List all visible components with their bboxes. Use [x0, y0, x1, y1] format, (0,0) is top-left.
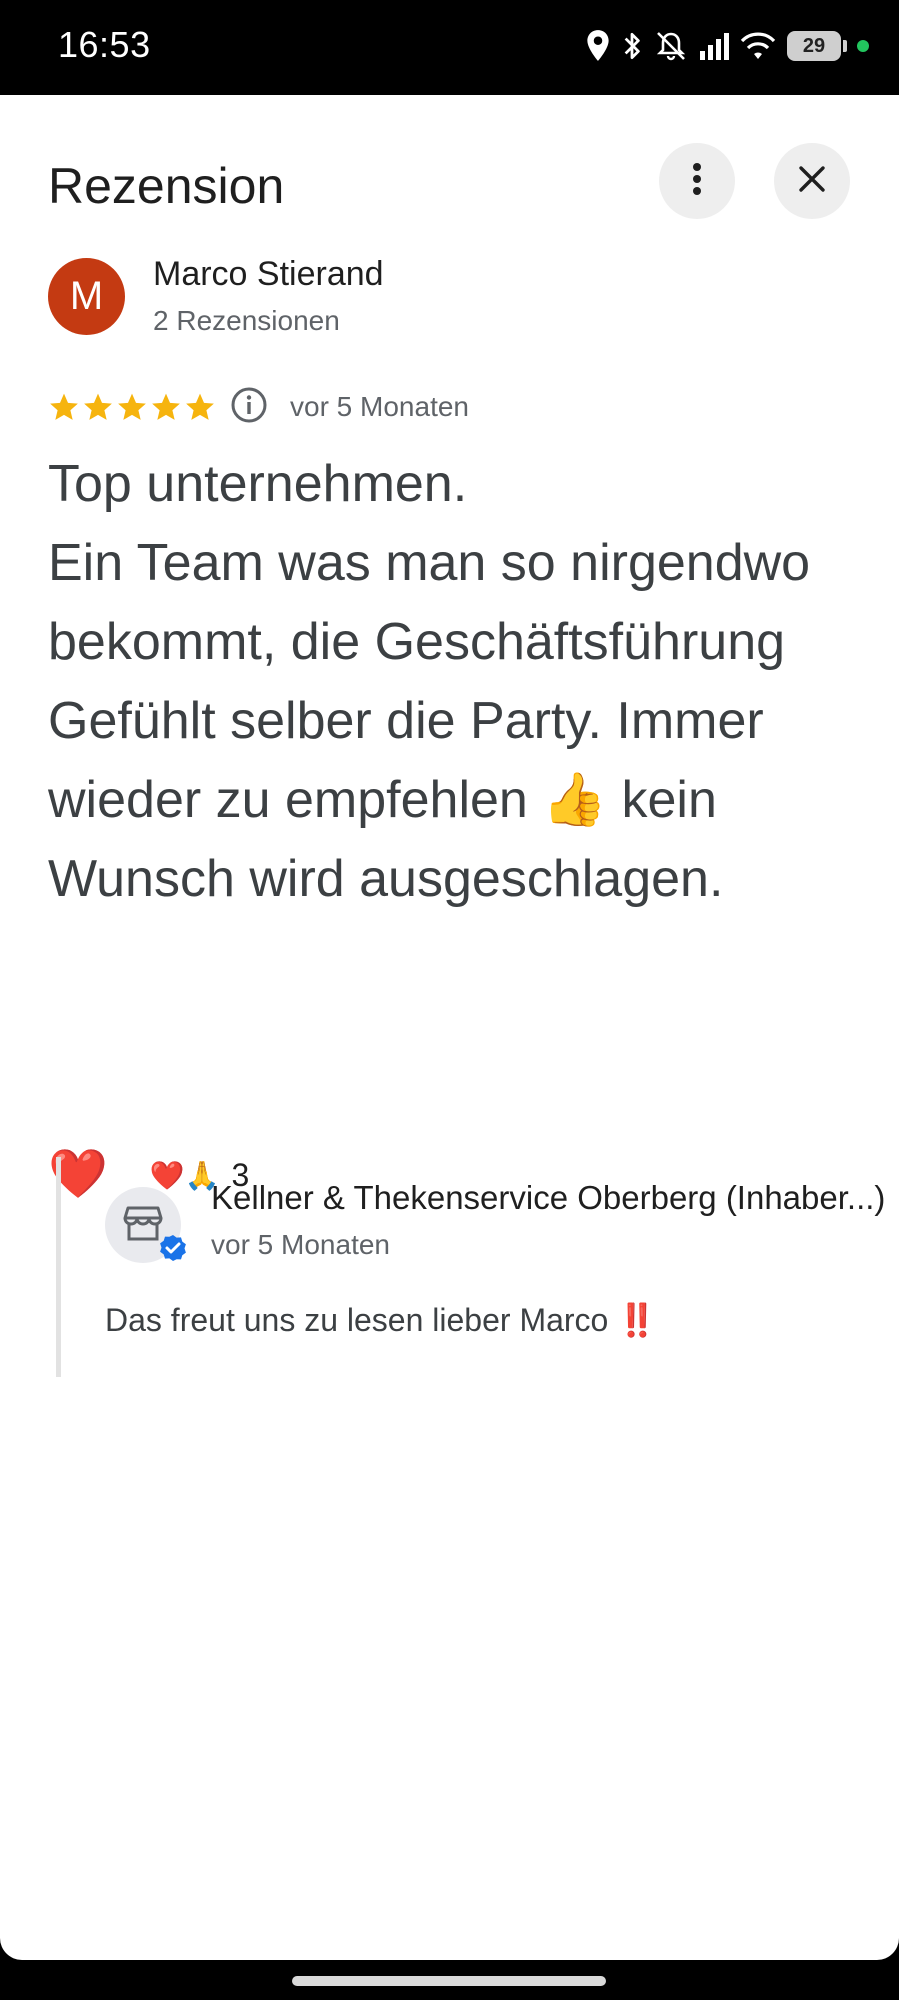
rating-row: vor 5 Monaten — [48, 387, 469, 427]
owner-avatar — [105, 1187, 186, 1263]
camera-indicator — [857, 40, 869, 52]
owner-reply-date: vor 5 Monaten — [211, 1229, 390, 1260]
status-bar: 16:53 29 — [0, 0, 899, 95]
owner-reply-text: Das freut uns zu lesen lieber Marco ‼️ — [105, 1302, 658, 1338]
star-icon — [186, 393, 214, 420]
page-title: Rezension — [48, 158, 285, 214]
review-sheet: Rezension M Marco Stierand 2 Rezensionen… — [0, 95, 899, 1960]
storefront-icon — [123, 1204, 163, 1247]
close-button[interactable] — [774, 143, 850, 219]
bluetooth-icon — [621, 29, 643, 63]
home-indicator[interactable] — [292, 1976, 606, 1986]
author-review-count: 2 Rezensionen — [153, 305, 340, 336]
review-date: vor 5 Monaten — [290, 391, 469, 422]
star-icon — [84, 393, 112, 420]
star-rating — [48, 391, 216, 423]
author-avatar[interactable]: M — [48, 258, 125, 335]
more-vert-icon — [692, 162, 702, 201]
star-icon — [118, 393, 146, 420]
verified-icon — [159, 1234, 187, 1267]
status-time: 16:53 — [58, 24, 151, 65]
location-icon — [585, 29, 611, 63]
info-icon[interactable] — [230, 386, 268, 429]
owner-name[interactable]: Kellner & Thekenservice Oberberg (Inhabe… — [211, 1179, 899, 1217]
star-icon — [50, 393, 78, 420]
more-options-button[interactable] — [659, 143, 735, 219]
owner-reply: Kellner & Thekenservice Oberberg (Inhabe… — [56, 1157, 899, 1377]
status-icons: 29 — [585, 26, 869, 66]
star-icon — [152, 393, 180, 420]
author-name[interactable]: Marco Stierand — [153, 255, 384, 294]
bell-off-icon — [653, 29, 689, 63]
wifi-icon — [739, 31, 777, 61]
close-icon — [798, 165, 826, 198]
signal-icon — [699, 31, 729, 61]
battery-icon: 29 — [787, 31, 847, 61]
review-text: Top unternehmen. Ein Team was man so nir… — [48, 455, 811, 908]
